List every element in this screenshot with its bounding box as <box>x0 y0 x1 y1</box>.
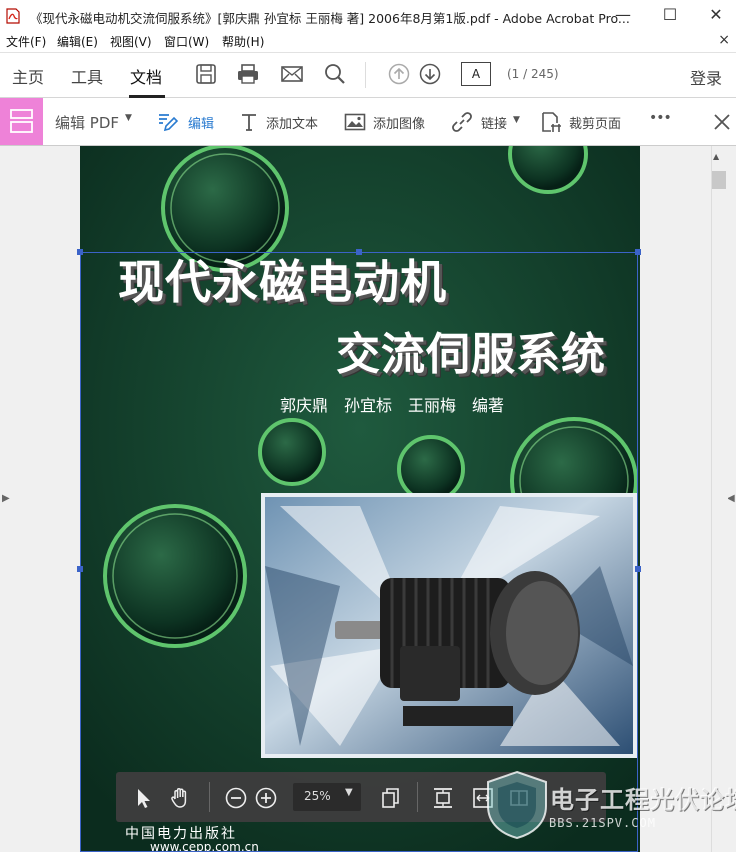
fit-page-icon[interactable] <box>431 786 455 810</box>
selection-handle[interactable] <box>635 249 641 255</box>
page-view-icon[interactable] <box>379 786 403 810</box>
search-icon[interactable] <box>324 63 346 85</box>
selection-handle[interactable] <box>77 249 83 255</box>
link-button[interactable]: 链接 <box>481 113 507 132</box>
watermark-url: BBS.21SPV.COM <box>549 816 656 830</box>
toolbar-divider <box>417 782 418 812</box>
window-title: 《现代永磁电动机交流伺服系统》[郭庆鼎 孙宜标 王丽梅 著] 2006年8月第1… <box>30 11 630 26</box>
zoom-dropdown-icon[interactable]: ▼ <box>345 787 353 798</box>
zoom-level-value: 25% <box>304 789 331 803</box>
minimize-button[interactable]: — <box>600 0 646 32</box>
save-icon[interactable] <box>195 63 217 85</box>
zoom-in-icon[interactable] <box>254 786 278 810</box>
selection-handle[interactable] <box>77 566 83 572</box>
tab-tools[interactable]: 工具 <box>71 64 103 88</box>
page-number-input[interactable]: A <box>461 62 491 86</box>
left-panel-toggle-icon[interactable]: ▶ <box>2 493 10 504</box>
menu-file[interactable]: 文件(F) <box>6 33 46 50</box>
previous-page-icon[interactable] <box>388 63 410 85</box>
watermark-text: 电子工程光伏论坛 <box>550 786 736 814</box>
crop-page-button[interactable]: 裁剪页面 <box>569 113 621 132</box>
vertical-scrollbar[interactable] <box>711 146 728 852</box>
navigation-bar <box>0 52 736 98</box>
hand-tool-icon[interactable] <box>169 786 193 810</box>
add-text-button[interactable]: 添加文本 <box>266 113 318 132</box>
login-link[interactable]: 登录 <box>690 65 722 89</box>
forum-watermark-logo <box>487 770 547 840</box>
menu-edit[interactable]: 编辑(E) <box>57 33 98 50</box>
scroll-up-icon[interactable]: ▲ <box>713 152 719 161</box>
email-icon[interactable] <box>281 63 303 85</box>
toolbar-divider <box>209 782 210 812</box>
pdf-file-icon <box>6 8 20 24</box>
menu-close-icon[interactable]: × <box>718 32 730 48</box>
menu-help[interactable]: 帮助(H) <box>222 33 264 50</box>
right-panel-toggle-icon[interactable]: ◀ <box>727 493 735 504</box>
link-dropdown-icon[interactable]: ▼ <box>513 115 520 125</box>
more-options-icon[interactable]: ••• <box>649 110 672 126</box>
zoom-out-icon[interactable] <box>224 786 248 810</box>
edit-icon[interactable] <box>157 111 179 133</box>
edit-pdf-dropdown-icon[interactable]: ▼ <box>125 113 132 123</box>
close-toolbar-icon[interactable] <box>712 112 732 132</box>
close-window-button[interactable]: ✕ <box>693 0 736 32</box>
menu-view[interactable]: 视图(V) <box>110 33 152 50</box>
menu-window[interactable]: 窗口(W) <box>164 33 209 50</box>
add-image-button[interactable]: 添加图像 <box>373 113 425 132</box>
select-cursor-icon[interactable] <box>131 786 155 810</box>
print-icon[interactable] <box>237 63 259 85</box>
edit-pdf-label[interactable]: 编辑 PDF <box>55 112 119 133</box>
selection-handle[interactable] <box>356 249 362 255</box>
page-count: (1 / 245) <box>507 67 559 81</box>
maximize-button[interactable]: ☐ <box>647 0 693 32</box>
tab-document[interactable]: 文档 <box>130 64 162 88</box>
edit-button[interactable]: 编辑 <box>188 113 214 132</box>
next-page-icon[interactable] <box>419 63 441 85</box>
tab-home[interactable]: 主页 <box>12 64 44 88</box>
edit-pdf-tool-icon[interactable] <box>0 98 43 145</box>
scrollbar-thumb[interactable] <box>712 171 726 189</box>
image-icon[interactable] <box>344 111 366 133</box>
selection-handle[interactable] <box>635 566 641 572</box>
selection-box[interactable] <box>80 252 638 852</box>
crop-icon[interactable] <box>540 111 562 133</box>
link-icon[interactable] <box>451 111 473 133</box>
text-icon[interactable] <box>238 111 260 133</box>
toolbar-divider <box>365 62 366 88</box>
